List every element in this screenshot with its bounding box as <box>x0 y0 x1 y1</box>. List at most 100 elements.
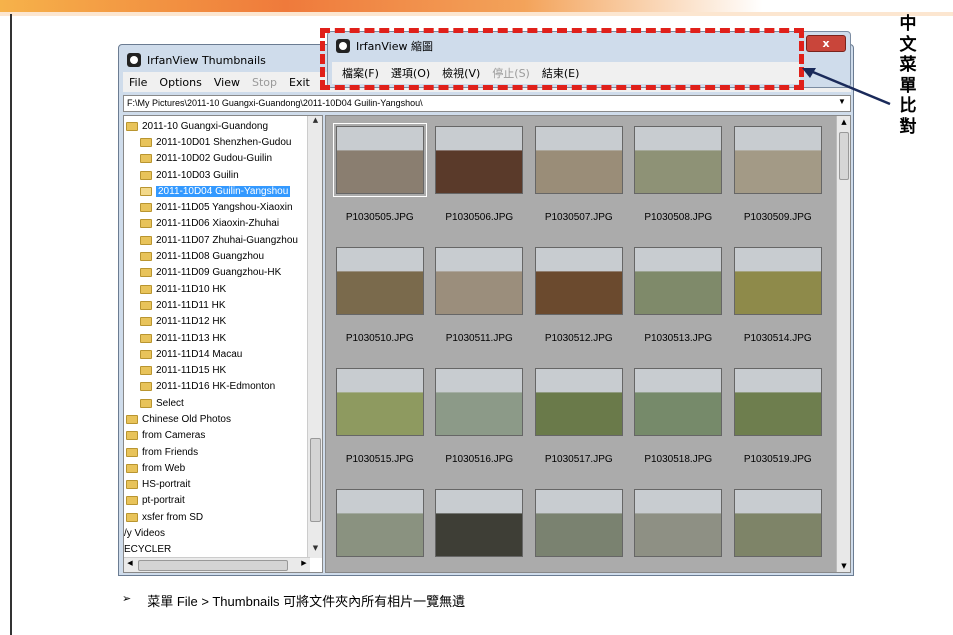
tree-item[interactable]: 2011-10D02 Gudou-Guilin <box>124 151 310 167</box>
thumbnail-image[interactable] <box>634 368 723 436</box>
tree-item[interactable]: from Cameras <box>124 428 310 444</box>
tree-item[interactable]: 2011-11D15 HK <box>124 362 310 378</box>
tree-item[interactable]: 2011-11D07 Zhuhai-Guangzhou <box>124 232 310 248</box>
chinese-menu-item-1[interactable]: 選項(O) <box>391 65 430 81</box>
thumbnail-vertical-scrollbar[interactable]: ▲ ▼ <box>836 116 850 572</box>
thumbnail-item[interactable]: P1030508.JPG <box>629 124 729 245</box>
scroll-right-icon[interactable]: ▶ <box>298 559 310 567</box>
menu-menu-item-4[interactable]: Exit <box>289 76 310 89</box>
scroll-thumb[interactable] <box>310 438 321 522</box>
tree-item[interactable]: 2011-11D16 HK-Edmonton <box>124 379 310 395</box>
chinese-menu-item-0[interactable]: 檔案(F) <box>342 65 379 81</box>
thumbnail-item[interactable]: P1030516.JPG <box>430 366 530 487</box>
scroll-thumb[interactable] <box>839 132 849 180</box>
thumbnail-item[interactable] <box>529 487 629 572</box>
thumbnail-item[interactable] <box>330 487 430 572</box>
thumbnail-image[interactable] <box>335 368 424 436</box>
tree-item[interactable]: 2011-11D09 Guangzhou-HK <box>124 265 310 281</box>
tree-item[interactable]: 2011-10D01 Shenzhen-Gudou <box>124 134 310 150</box>
thumbnail-image[interactable] <box>534 368 623 436</box>
thumbnail-image[interactable] <box>534 126 623 194</box>
chinese-menu-item-3[interactable]: 停止(S) <box>492 65 530 81</box>
thumbnail-image[interactable] <box>634 247 723 315</box>
tree-item[interactable]: pt-portrait <box>124 493 310 509</box>
tree-horizontal-scrollbar[interactable]: ◀ ▶ <box>124 557 310 572</box>
tree-item[interactable]: 2011-11D06 Xiaoxin-Zhuhai <box>124 216 310 232</box>
tree-item[interactable]: Chinese Old Photos <box>124 411 310 427</box>
folder-icon <box>140 366 152 376</box>
tree-item[interactable]: 2011-11D05 Yangshou-Xiaoxin <box>124 199 310 215</box>
thumbnail-image[interactable] <box>634 126 723 194</box>
thumbnail-item[interactable] <box>629 487 729 572</box>
path-dropdown[interactable]: F:\My Pictures\2011-10 Guangxi-Guandong\… <box>123 95 851 112</box>
thumbnail-item[interactable]: P1030511.JPG <box>430 245 530 366</box>
thumbnail-image[interactable] <box>332 123 427 197</box>
thumbnail-image[interactable] <box>335 247 424 315</box>
thumbnail-image[interactable] <box>435 247 524 315</box>
label-character: 對 <box>899 116 917 137</box>
thumbnail-item[interactable]: P1030506.JPG <box>430 124 530 245</box>
chinese-menu-item-4[interactable]: 結束(E) <box>542 65 580 81</box>
tree-item[interactable]: 2011-11D14 Macau <box>124 346 310 362</box>
scroll-down-icon[interactable]: ▼ <box>837 562 850 570</box>
tree-item-label: 2011-11D09 Guangzhou-HK <box>156 267 282 279</box>
menu-menu-item-2[interactable]: View <box>214 76 240 89</box>
close-button[interactable]: x <box>806 35 846 52</box>
thumbnail-image[interactable] <box>733 247 822 315</box>
tree-item[interactable]: 2011-11D12 HK <box>124 314 310 330</box>
tree-item[interactable]: HS-portrait <box>124 477 310 493</box>
thumbnail-item[interactable]: P1030517.JPG <box>529 366 629 487</box>
thumbnail-image[interactable] <box>634 489 723 557</box>
caption-text: 菜單 File > Thumbnails 可將文件夾內所有相片一覽無遺 <box>147 594 466 609</box>
thumbnail-image[interactable] <box>534 247 623 315</box>
thumbnail-item[interactable]: P1030513.JPG <box>629 245 729 366</box>
tree-item[interactable]: 2011-11D08 Guangzhou <box>124 248 310 264</box>
folder-icon <box>140 398 152 408</box>
chinese-menu-item-2[interactable]: 檢視(V) <box>442 65 480 81</box>
thumbnail-image[interactable] <box>435 489 524 557</box>
thumbnail-image[interactable] <box>435 368 524 436</box>
thumbnail-item[interactable]: P1030518.JPG <box>629 366 729 487</box>
scroll-up-icon[interactable]: ▲ <box>308 116 322 130</box>
thumbnail-item[interactable]: P1030509.JPG <box>728 124 828 245</box>
thumbnail-item[interactable]: P1030514.JPG <box>728 245 828 366</box>
menu-menu-item-1[interactable]: Options <box>159 76 201 89</box>
tree-item[interactable]: 2011-10D03 Guilin <box>124 167 310 183</box>
thumbnail-item[interactable]: P1030515.JPG <box>330 366 430 487</box>
thumbnail-item[interactable]: P1030505.JPG <box>330 123 430 245</box>
thumbnail-item[interactable]: P1030510.JPG <box>330 245 430 366</box>
tree-item[interactable]: 2011-10D04 Guilin-Yangshou <box>124 183 310 199</box>
tree-item[interactable]: from Friends <box>124 444 310 460</box>
tree-item[interactable]: Select <box>124 395 310 411</box>
thumbnail-item[interactable]: P1030512.JPG <box>529 245 629 366</box>
thumbnail-item[interactable] <box>430 487 530 572</box>
tree-item[interactable]: 2011-11D11 HK <box>124 297 310 313</box>
tree-item[interactable]: ECYCLER <box>124 542 310 558</box>
menu-menu-item-0[interactable]: File <box>129 76 147 89</box>
tree-item[interactable]: xsfer from SD <box>124 509 310 525</box>
thumbnail-image[interactable] <box>733 126 822 194</box>
thumbnail-filename: P1030517.JPG <box>544 454 613 465</box>
thumbnail-item[interactable] <box>728 487 828 572</box>
menu-menu-item-3[interactable]: Stop <box>252 76 277 89</box>
tree-item[interactable]: /y Videos <box>124 525 310 541</box>
folder-icon <box>140 186 152 196</box>
tree-item[interactable]: from Web <box>124 460 310 476</box>
thumbnail-image[interactable] <box>733 368 822 436</box>
scroll-left-icon[interactable]: ◀ <box>124 559 136 567</box>
scroll-down-icon[interactable]: ▼ <box>308 544 322 558</box>
scroll-up-icon[interactable]: ▲ <box>837 118 850 126</box>
tree-item[interactable]: 2011-11D13 HK <box>124 330 310 346</box>
thumbnail-image[interactable] <box>335 489 424 557</box>
thumbnail-item[interactable]: P1030519.JPG <box>728 366 828 487</box>
tree-vertical-scrollbar[interactable]: ▲ ▼ <box>307 116 322 558</box>
thumbnail-image[interactable] <box>435 126 524 194</box>
thumbnail-image[interactable] <box>534 489 623 557</box>
tree-item[interactable]: 2011-10 Guangxi-Guandong <box>124 118 310 134</box>
thumbnail-grid: P1030505.JPG P1030506.JPG P1030507.JPG P103… <box>330 123 828 572</box>
tree-item[interactable]: 2011-11D10 HK <box>124 281 310 297</box>
thumbnail-item[interactable]: P1030507.JPG <box>529 124 629 245</box>
thumbnail-image[interactable] <box>733 489 822 557</box>
scroll-thumb-horizontal[interactable] <box>138 560 288 571</box>
tree-item-label: pt-portrait <box>142 495 185 507</box>
